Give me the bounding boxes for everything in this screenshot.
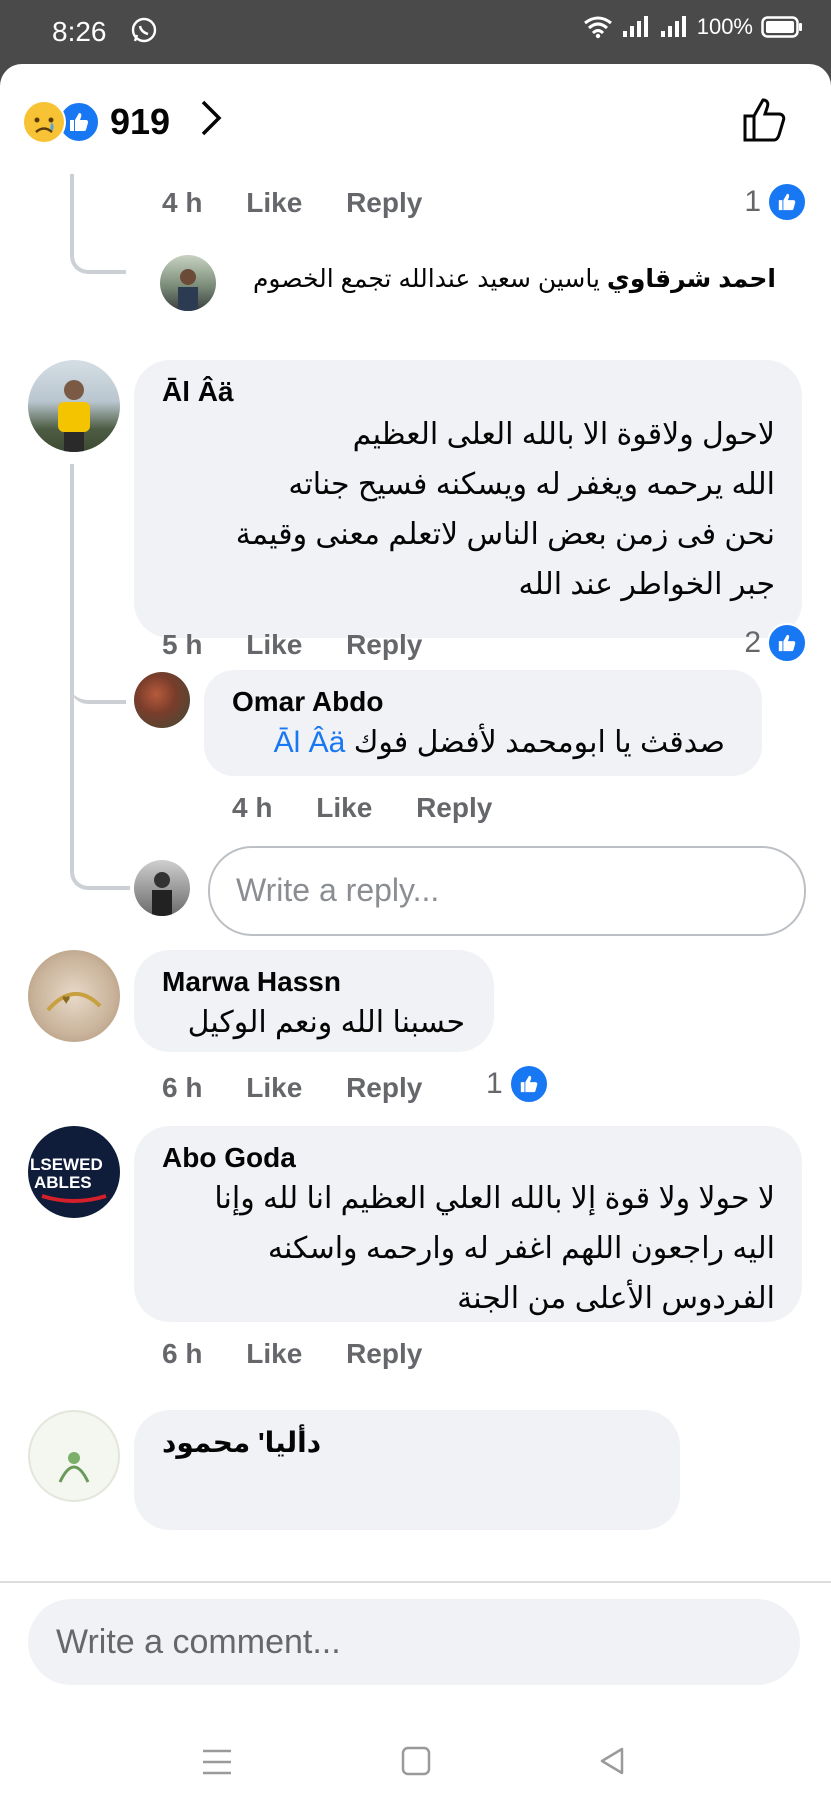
avatar[interactable]	[28, 1410, 120, 1502]
comment-meta: 6 h Like Reply	[162, 1072, 458, 1104]
reply-link[interactable]: Reply	[346, 1072, 422, 1103]
reply-preview-text: ياسين سعيد عندالله تجمع الخصوم	[252, 265, 600, 293]
reaction-number: 1	[744, 185, 761, 218]
comment-time: 4 h	[162, 187, 203, 218]
logo-text-2: ABLES	[34, 1173, 92, 1192]
reply-mention: احمد شرقاوي	[606, 265, 776, 293]
reply-link[interactable]: Reply	[416, 792, 492, 823]
avatar[interactable]: LSEWED ABLES	[28, 1126, 120, 1218]
reaction-count-badge: 2	[744, 623, 807, 663]
reply-link[interactable]: Reply	[346, 1338, 422, 1369]
comment-meta: 6 h Like Reply	[162, 1338, 458, 1370]
comment-meta: 4 h Like Reply	[232, 792, 528, 824]
reply-link[interactable]: Reply	[346, 629, 422, 660]
reply-input[interactable]: Write a reply...	[208, 846, 806, 936]
comment-author[interactable]: Āl Âä	[162, 376, 234, 408]
comment-meta: 5 h Like Reply	[162, 629, 458, 661]
like-link[interactable]: Like	[246, 187, 302, 218]
comment-text: حسبنا الله ونعم الوكيل	[187, 1006, 465, 1039]
comment-line: لاحول ولاقوة الا بالله العلى العظيم	[352, 418, 775, 451]
thread-line	[70, 464, 74, 794]
comment-line: لا حولا ولا قوة إلا بالله العلي العظيم ا…	[214, 1182, 775, 1215]
like-reaction-icon	[508, 1064, 549, 1104]
like-link[interactable]: Like	[246, 629, 302, 660]
reply-preview[interactable]: احمد شرقاوي ياسين سعيد عندالله تجمع الخص…	[236, 264, 776, 294]
like-link[interactable]: Like	[316, 792, 372, 823]
comment-time: 5 h	[162, 629, 203, 660]
system-nav-bar	[0, 1731, 831, 1795]
comment-author[interactable]: Abo Goda	[162, 1142, 296, 1174]
comment-author[interactable]: Marwa Hassn	[162, 966, 341, 998]
reaction-count-badge: 1	[486, 1064, 549, 1104]
comment-text: صدقث يا ابومحمد لأفضل فوك Āl Âä	[225, 718, 725, 768]
comment-author[interactable]: دألیا' محمود	[162, 1426, 321, 1459]
avatar	[134, 860, 190, 916]
signal-icon-1	[622, 16, 648, 37]
like-link[interactable]: Like	[246, 1072, 302, 1103]
like-reaction-icon	[767, 182, 807, 222]
comment-time: 6 h	[162, 1338, 203, 1369]
comment-line: جبر الخواطر عند الله	[518, 568, 775, 601]
whatsapp-icon	[131, 17, 157, 43]
reactions-summary[interactable]: 919	[22, 100, 170, 144]
reaction-count: 919	[110, 101, 171, 142]
reactions-header: 919	[0, 64, 831, 174]
comment-meta: 4 h Like Reply	[162, 187, 458, 219]
comments-sheet: 919 4 h Like Reply 1 احمد شرقاوي ياسين س…	[0, 64, 831, 1800]
chevron-right-icon[interactable]	[198, 98, 224, 138]
comment-line: نحن فى زمن بعض الناس لاتعلم معنى وقيمة	[235, 518, 775, 551]
comments-list: 4 h Like Reply 1 احمد شرقاوي ياسين سعيد …	[0, 174, 831, 1644]
reaction-count-badge: 1	[744, 182, 807, 222]
mention-link[interactable]: Āl Âä	[274, 726, 346, 759]
avatar[interactable]	[160, 255, 216, 311]
reaction-number: 2	[744, 626, 761, 659]
like-reaction-icon	[767, 623, 807, 663]
wifi-icon	[583, 16, 612, 39]
like-link[interactable]: Like	[246, 1338, 302, 1369]
status-time: 8:26	[52, 16, 107, 47]
thread-line	[70, 644, 126, 704]
back-icon[interactable]	[596, 1745, 628, 1777]
avatar[interactable]	[28, 360, 120, 452]
reply-placeholder: Write a reply...	[236, 872, 440, 908]
avatar[interactable]	[134, 672, 190, 728]
signal-icon-2	[660, 16, 686, 37]
avatar[interactable]: ♥	[28, 950, 120, 1042]
reaction-number: 1	[486, 1067, 503, 1100]
comment-author[interactable]: Omar Abdo	[232, 686, 383, 718]
reply-text: صدقث يا ابومحمد لأفضل فوك	[353, 726, 725, 759]
svg-text:♥: ♥	[62, 991, 70, 1007]
comment-line: الله يرحمه ويغفر له ويسكنه فسيح جناته	[288, 468, 775, 501]
menu-icon[interactable]	[200, 1747, 234, 1777]
thread-line	[70, 174, 126, 274]
thread-line	[70, 794, 130, 890]
sad-emoji-icon	[22, 100, 66, 144]
like-outline-icon[interactable]	[741, 94, 791, 144]
reply-link[interactable]: Reply	[346, 187, 422, 218]
status-bar: 8:26 100%	[0, 0, 831, 64]
comment-input[interactable]: Write a comment...	[28, 1599, 800, 1685]
logo-text-1: LSEWED	[30, 1155, 103, 1174]
status-right: 100%	[583, 14, 803, 40]
home-icon[interactable]	[400, 1745, 432, 1777]
comment-line: اليه راجعون اللهم اغفر له وارحمه واسكنه	[267, 1232, 775, 1265]
battery-icon	[761, 16, 802, 38]
comment-composer: Write a comment...	[0, 1581, 831, 1800]
comment-time: 4 h	[232, 792, 273, 823]
comment-line: الفردوس الأعلى من الجنة	[457, 1282, 775, 1315]
battery-percent: 100%	[696, 14, 753, 39]
comment-time: 6 h	[162, 1072, 203, 1103]
